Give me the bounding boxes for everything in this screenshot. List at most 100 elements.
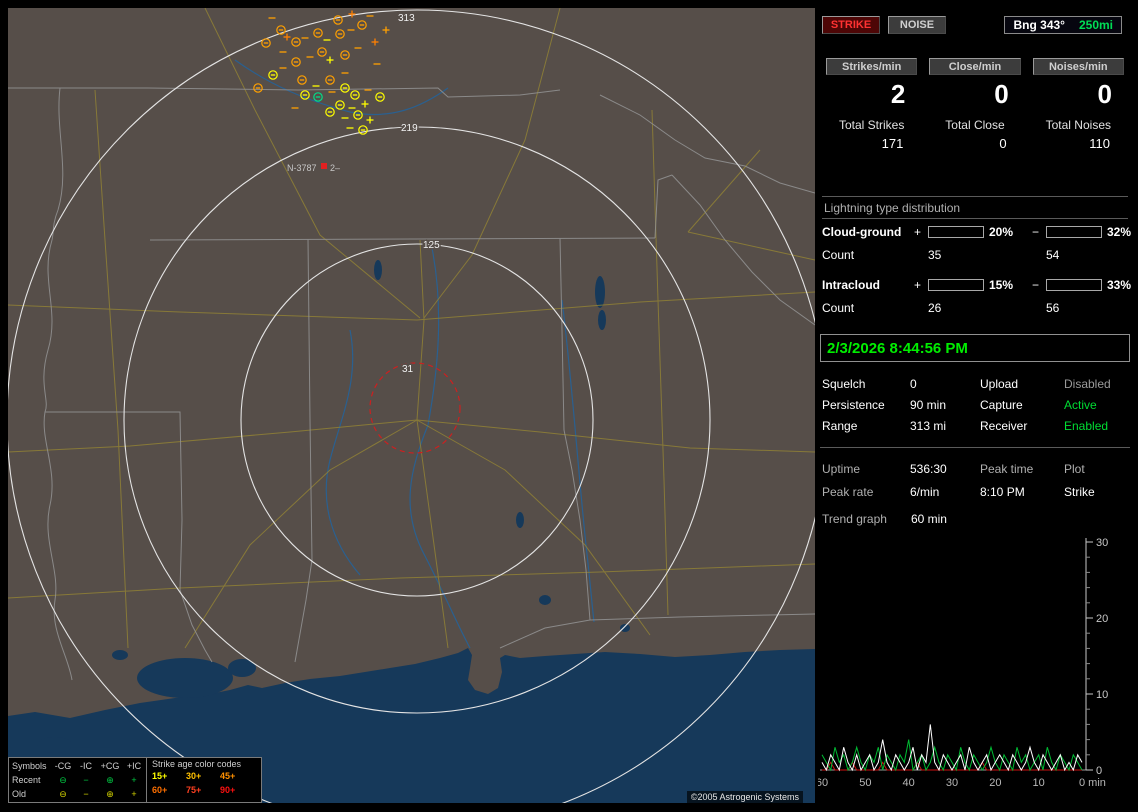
squelch-value: 0 (910, 377, 917, 391)
total-strikes-value: 171 (881, 136, 904, 151)
close-per-min-button[interactable]: Close/min (929, 58, 1021, 75)
bearing-value: Bng 343° (1013, 17, 1065, 32)
total-noises-value: 110 (1089, 136, 1110, 151)
peak-time-value: 8:10 PM (980, 485, 1025, 499)
panel-topbar: STRIKE NOISE Bng 343° 250mi (822, 15, 1122, 34)
lake (620, 624, 630, 632)
cg-minus-bar (1046, 225, 1102, 238)
plot-label: Plot (1064, 462, 1085, 476)
legend-col-+cg: +CG (100, 761, 120, 771)
minus-sign: − (1032, 277, 1040, 292)
capture-value: Active (1064, 398, 1097, 412)
recent-ic-minus-icon: − (83, 775, 89, 785)
strikes-per-min-button[interactable]: Strikes/min (826, 58, 918, 75)
station-name: N-3787 (287, 163, 317, 173)
legend-symbols-label: Symbols (12, 761, 47, 771)
persistence-value: 90 min (910, 398, 947, 412)
divider (820, 447, 1130, 448)
svg-text:0 min: 0 min (1079, 777, 1106, 789)
age-code-15+: 15+ (152, 771, 168, 781)
ic-plus-bar (928, 278, 984, 291)
map-area[interactable]: 313 219 125 31 N-3787 2– Symbols -CG -IC… (8, 8, 815, 803)
trend-window-value: 60 min (910, 512, 947, 526)
ic-minus-pct: 33% (1107, 277, 1132, 292)
legend-recent-label: Recent (12, 775, 41, 785)
cloud-ground-row: Cloud-ground + 20% − 32% (822, 219, 1132, 244)
noises-per-min-value: 0 (1097, 79, 1112, 109)
recent-cg-minus-icon: ⊖ (59, 774, 67, 785)
legend-col-+ic: +IC (126, 761, 142, 771)
recent-cg-plus-icon: ⊕ (106, 774, 114, 785)
ic-plus-pct: 15% (989, 277, 1014, 292)
svg-text:0: 0 (1096, 765, 1102, 777)
station-icon (321, 163, 327, 169)
persistence-label: Persistence (822, 398, 885, 412)
svg-text:10: 10 (1096, 689, 1108, 701)
datetime-display: 2/3/2026 8:44:56 PM (820, 334, 1130, 362)
trend-graph-label: Trend graph (822, 512, 887, 526)
lightning-distribution: Lightning type distribution Cloud-ground… (822, 196, 1132, 319)
intracloud-count-row: Count 26 56 (822, 297, 1128, 319)
svg-text:30: 30 (946, 777, 958, 789)
old-ic-plus-icon: + (131, 789, 137, 799)
ic-plus-count: 26 (928, 301, 942, 315)
peak-rate-label: Peak rate (822, 485, 874, 499)
uptime-value: 536:30 (910, 462, 947, 476)
cg-plus-count: 35 (928, 248, 942, 262)
legend-col--cg: -CG (54, 761, 72, 771)
recent-ic-plus-icon: + (131, 775, 137, 785)
strikes-per-min-value: 2 (890, 79, 906, 109)
side-panel: STRIKE NOISE Bng 343° 250mi Strikes/min … (818, 0, 1138, 812)
noises-per-min-button[interactable]: Noises/min (1032, 58, 1124, 75)
age-code-90+: 90+ (220, 785, 236, 795)
noise-button[interactable]: NOISE (888, 15, 946, 34)
legend-age-row-old: 60+ 75+ 90+ (152, 783, 261, 797)
svg-text:50: 50 (859, 777, 871, 789)
intracloud-label: Intracloud (822, 277, 881, 292)
session-grid: Uptime 536:30 Peak time Plot Peak rate 6… (822, 458, 1130, 504)
stat-col-close: Close/min 0 Total Close 0 (923, 58, 1026, 151)
minus-sign: − (1032, 224, 1040, 239)
old-cg-minus-icon: ⊖ (59, 788, 67, 799)
total-noises-label: Total Noises (1045, 118, 1111, 132)
strike-map[interactable]: 313 219 125 31 N-3787 2– (8, 8, 815, 803)
app-window: { "header": { "strike_button": "STRIKE",… (0, 0, 1138, 812)
lake (516, 512, 524, 528)
strike-button[interactable]: STRIKE (822, 15, 880, 34)
station-suffix: 2– (330, 163, 340, 173)
receiver-value: Enabled (1064, 419, 1109, 433)
svg-text:30: 30 (1096, 537, 1108, 549)
distribution-title: Lightning type distribution (822, 196, 1128, 219)
legend-symbols: Symbols -CG -IC +CG +IC Recent ⊖ − ⊕ + O… (9, 758, 146, 802)
map-legend: Symbols -CG -IC +CG +IC Recent ⊖ − ⊕ + O… (8, 757, 262, 803)
upload-label: Upload (980, 377, 1019, 391)
range-value: 313 mi (910, 419, 947, 433)
cg-minus-count: 54 (1046, 248, 1060, 262)
total-strikes-label: Total Strikes (838, 118, 905, 132)
ic-minus-bar (1046, 278, 1102, 291)
legend-age-codes: Strike age color codes 15+ 30+ 45+ 60+ 75+ 9… (146, 758, 261, 802)
legend-age-row-recent: 15+ 30+ 45+ (152, 769, 261, 783)
stat-col-strikes: Strikes/min 2 Total Strikes 171 (820, 58, 923, 151)
intracloud-row: Intracloud + 15% − 33% (822, 272, 1132, 297)
svg-text:10: 10 (1033, 777, 1045, 789)
plus-sign: + (914, 224, 922, 239)
trend-graph: 0 10 20 30 60 50 40 30 20 10 0 min (818, 537, 1108, 789)
cg-plus-pct: 20% (989, 224, 1014, 239)
trend-graph-header: Trend graph 60 min (822, 512, 947, 526)
lake (598, 310, 606, 330)
cg-plus-bar (928, 225, 984, 238)
age-code-75+: 75+ (186, 785, 202, 795)
receiver-label: Receiver (980, 419, 1028, 433)
receiver-status-grid: Squelch 0 Upload Disabled Persistence 90… (822, 374, 1130, 437)
old-ic-minus-icon: − (83, 789, 89, 799)
legend-age-title: Strike age color codes (152, 759, 242, 769)
lake (374, 260, 382, 280)
bearing-range-value: 250mi (1078, 17, 1113, 32)
close-per-min-value: 0 (994, 79, 1009, 109)
cg-minus-pct: 32% (1107, 224, 1132, 239)
total-close-label: Total Close (945, 118, 1005, 132)
lake (595, 276, 605, 308)
datetime-value: 2/3/2026 8:44:56 PM (827, 339, 968, 357)
lake (539, 595, 551, 605)
